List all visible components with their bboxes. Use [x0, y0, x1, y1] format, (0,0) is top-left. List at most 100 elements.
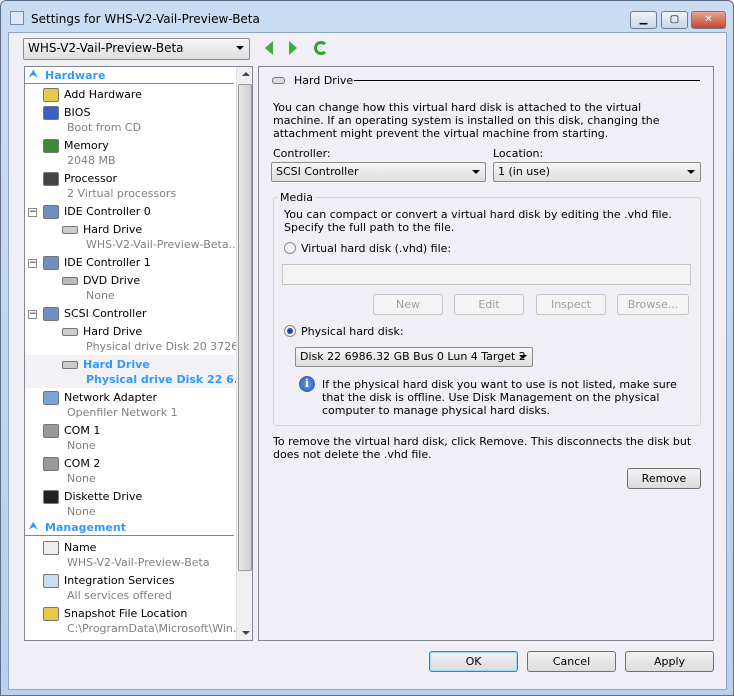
tree-item-label: DVD Drive [83, 274, 141, 287]
browse-button[interactable]: Browse... [617, 294, 689, 315]
dialog-body: WHS-V2-Vail-Preview-Beta ⮝ Hardware Add H… [8, 32, 727, 690]
tree-item-label: Hard Drive [83, 325, 143, 338]
collapse-icon: ⮝ [29, 69, 38, 80]
tree-item-label: Add Hardware [64, 88, 142, 101]
tree-item-detail: WHS-V2-Vail-Preview-Beta [67, 556, 210, 569]
tree-item[interactable]: COM 1 None [25, 421, 235, 454]
controller-label: Controller: [273, 147, 331, 160]
ok-button[interactable]: OK [429, 651, 518, 672]
tree-item[interactable]: Memory 2048 MB [25, 136, 235, 169]
tree-item-detail: Boot from CD [67, 121, 142, 134]
refresh-icon[interactable] [314, 41, 328, 55]
media-label: Media [278, 191, 316, 204]
tree-item-detail: Physical drive Disk 22 6... [86, 373, 247, 386]
tree-item[interactable]: Hard Drive Physical drive Disk 20 3726... [25, 322, 249, 355]
tree-item-detail: 2048 MB [67, 154, 116, 167]
vhd-radio[interactable] [284, 242, 296, 254]
collapse-toggle[interactable]: − [28, 259, 37, 268]
collapse-toggle[interactable]: − [28, 208, 37, 217]
vm-selector[interactable]: WHS-V2-Vail-Preview-Beta [23, 38, 250, 60]
tree-item-label: IDE Controller 0 [64, 205, 151, 218]
chevron-down-icon [687, 170, 695, 174]
forward-arrow-icon[interactable] [289, 41, 297, 55]
detail-header: Hard Drive [294, 74, 354, 87]
com-port-icon [43, 457, 59, 471]
tree-item[interactable]: Network Adapter Openfiler Network 1 [25, 388, 235, 421]
new-button[interactable]: New [373, 294, 443, 315]
info-text: If the physical hard disk you want to us… [322, 378, 677, 417]
intro-text: You can change how this virtual hard dis… [273, 101, 660, 140]
edit-button[interactable]: Edit [454, 294, 524, 315]
vhd-path-input[interactable] [282, 264, 691, 285]
name-icon [43, 541, 59, 555]
tree-item-label: Diskette Drive [64, 490, 143, 503]
tree-item[interactable]: Snapshot File Location C:\ProgramData\Mic… [25, 604, 243, 637]
inspect-button[interactable]: Inspect [536, 294, 606, 315]
processor-icon [43, 172, 59, 186]
tree-item-label: Hard Drive [83, 223, 143, 236]
tree-item-detail: Physical drive Disk 20 3726... [86, 340, 249, 353]
settings-app-icon [10, 11, 24, 25]
tree-item[interactable]: Hard Drive WHS-V2-Vail-Preview-Beta.... [25, 220, 243, 253]
com-port-icon [43, 424, 59, 438]
minimize-button[interactable]: ▁ [630, 11, 657, 29]
tree-item-label: COM 1 [64, 424, 101, 437]
maximize-button[interactable]: ▢ [661, 11, 688, 29]
integration-services-icon [43, 574, 59, 588]
settings-window: Settings for WHS-V2-Vail-Preview-Beta ▁ … [0, 0, 734, 696]
tree-scrollbar[interactable] [236, 67, 252, 640]
tree-item[interactable]: Processor 2 Virtual processors [25, 169, 235, 202]
scrollbar-thumb[interactable] [238, 84, 252, 571]
tree-item-label: Memory [64, 139, 109, 152]
header-rule [354, 80, 700, 81]
hard-drive-icon [272, 77, 285, 84]
section-management[interactable]: ⮝ Management [25, 519, 234, 536]
tree-item-label: Snapshot File Location [64, 607, 188, 620]
tree-item-detail: WHS-V2-Vail-Preview-Beta.... [86, 238, 243, 251]
tree-item-detail: 2 Virtual processors [67, 187, 177, 200]
chevron-down-icon [519, 355, 527, 359]
tree-item-detail: None [67, 505, 96, 518]
tree-item[interactable]: Name WHS-V2-Vail-Preview-Beta [25, 538, 235, 571]
tree-item[interactable]: COM 2 None [25, 454, 235, 487]
ide-controller-icon [43, 205, 59, 219]
controller-select[interactable]: SCSI Controller [271, 162, 486, 182]
physical-disk-radio[interactable] [284, 325, 296, 337]
chevron-down-icon [236, 46, 244, 50]
remove-button[interactable]: Remove [627, 468, 701, 489]
tree-item[interactable]: Hard Drive Physical drive Disk 22 6... [25, 355, 246, 388]
tree-item-label: Integration Services [64, 574, 175, 587]
tree-item-detail: None [67, 439, 96, 452]
physical-disk-select[interactable]: Disk 22 6986.32 GB Bus 0 Lun 4 Target 2 [295, 347, 533, 367]
tree-item-detail: All services offered [67, 589, 172, 602]
tree-item[interactable]: Diskette Drive None [25, 487, 235, 520]
back-arrow-icon[interactable] [265, 41, 273, 55]
tree-item-detail: Openfiler Network 1 [67, 406, 178, 419]
close-button[interactable]: ✕ [691, 11, 726, 29]
vm-selector-value: WHS-V2-Vail-Preview-Beta [28, 41, 184, 55]
media-text: You can compact or convert a virtual har… [284, 208, 672, 234]
memory-icon [43, 139, 59, 153]
tree-item-label: SCSI Controller [64, 307, 147, 320]
detail-panel: Hard Drive You can change how this virtu… [258, 66, 714, 641]
hard-drive-icon [62, 361, 78, 369]
tree-item-detail: C:\ProgramData\Microsoft\Win... [67, 622, 244, 635]
tree-item-detail: None [67, 472, 96, 485]
apply-button[interactable]: Apply [625, 651, 714, 672]
ide-controller-icon [43, 256, 59, 270]
tree-item-label: Hard Drive [83, 358, 150, 371]
section-hardware[interactable]: ⮝ Hardware [25, 67, 234, 84]
tree-item[interactable]: Integration Services All services offered [25, 571, 235, 604]
collapse-toggle[interactable]: − [28, 310, 37, 319]
tree-item[interactable]: BIOS Boot from CD [25, 103, 235, 136]
bios-icon [43, 106, 59, 120]
location-label: Location: [493, 147, 544, 160]
tree-item-label: IDE Controller 1 [64, 256, 151, 269]
tree-item[interactable]: DVD Drive None [25, 271, 235, 304]
physical-disk-radio-label[interactable]: Physical hard disk: [301, 325, 404, 338]
tree-item-detail: None [86, 289, 115, 302]
cancel-button[interactable]: Cancel [527, 651, 616, 672]
vhd-radio-label[interactable]: Virtual hard disk (.vhd) file: [301, 242, 451, 255]
network-adapter-icon [43, 391, 59, 405]
location-select[interactable]: 1 (in use) [493, 162, 701, 182]
